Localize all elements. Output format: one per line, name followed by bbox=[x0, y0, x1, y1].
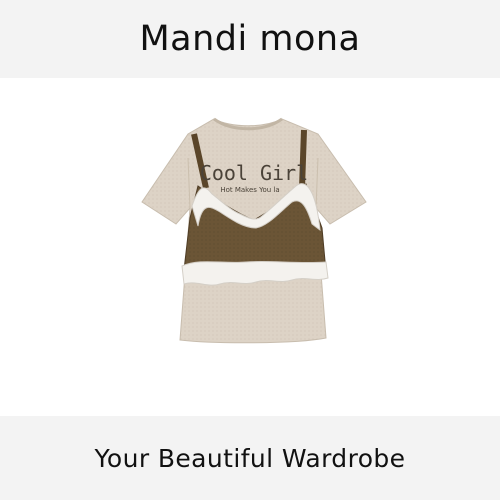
layered-tshirt-illustration: Cool Girl Hot Makes You la bbox=[141, 117, 367, 344]
product-image: Cool Girl Hot Makes You la bbox=[0, 78, 500, 416]
brand-title: Mandi mona bbox=[139, 19, 361, 59]
tagline-footer: Your Beautiful Wardrobe bbox=[0, 416, 500, 500]
tagline: Your Beautiful Wardrobe bbox=[94, 443, 406, 473]
graphic-subtext: Hot Makes You la bbox=[220, 186, 279, 194]
graphic-text: Cool Girl bbox=[200, 161, 308, 185]
brand-header: Mandi mona bbox=[0, 0, 500, 78]
